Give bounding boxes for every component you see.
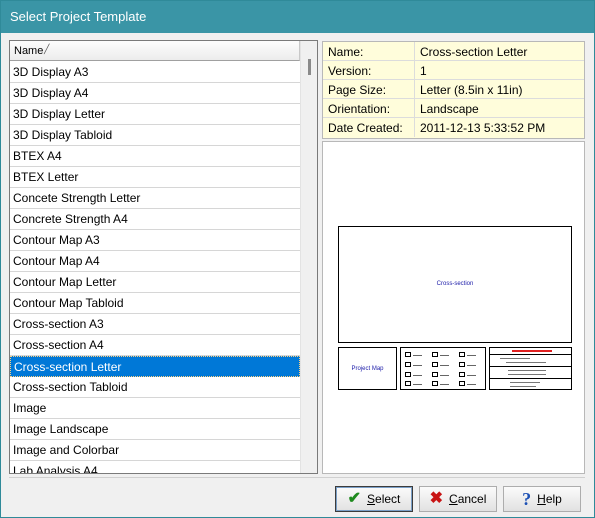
template-preview: Cross-section Project Map [322,141,585,474]
title-block-text-line [508,374,546,375]
preview-cross-section-panel: Cross-section [338,226,572,343]
legend-text-line [467,384,476,385]
title-block-text-line [508,370,546,371]
template-list-item[interactable]: Concete Strength Letter [10,188,300,209]
select-button[interactable]: ✔ Select [335,486,413,512]
preview-title-block-panel [489,347,572,390]
legend-swatch [432,381,438,386]
sort-ascending-icon: ╱ [44,44,50,54]
template-list-item[interactable]: 3D Display Letter [10,104,300,125]
info-value: Letter (8.5in x 11in) [420,83,523,97]
help-button-label: Help [537,492,562,506]
legend-swatch [459,372,465,377]
title-block-text-line [510,382,540,383]
title-block-heading [512,350,552,352]
template-list-item[interactable]: Cross-section A3 [10,314,300,335]
template-list-item[interactable]: Contour Map A4 [10,251,300,272]
info-row: Orientation: Landscape [323,99,584,118]
legend-text-line [440,384,449,385]
template-rows: 3D Display A3 3D Display A4 3D Display Let… [10,62,300,473]
legend-swatch [405,362,411,367]
title-block-text-line [510,386,536,387]
template-list-item[interactable]: BTEX Letter [10,167,300,188]
preview-project-map-panel: Project Map [338,347,397,390]
template-list-item[interactable]: Cross-section Letter [10,356,300,377]
template-list-item[interactable]: Cross-section Tabloid [10,377,300,398]
preview-map-caption: Project Map [351,366,384,372]
legend-swatch [459,352,465,357]
legend-text-line [440,365,449,366]
template-list-item[interactable]: Contour Map Letter [10,272,300,293]
legend-text-line [467,365,476,366]
title-block-text-line [500,358,530,359]
info-key: Name: [323,42,415,60]
info-value: 1 [420,64,427,78]
check-icon: ✔ [347,490,362,507]
info-key: Orientation: [323,99,415,117]
legend-swatch [432,352,438,357]
dialog-button-bar: ✔ Select ✖ Cancel ? Help [9,477,585,513]
legend-swatch [459,381,465,386]
template-list-item[interactable]: 3D Display A4 [10,83,300,104]
template-list-item[interactable]: Image Landscape [10,419,300,440]
legend-swatch [405,372,411,377]
info-value: Cross-section Letter [420,45,528,59]
template-list-item[interactable]: Contour Map A3 [10,230,300,251]
title-block-divider [490,366,571,367]
info-row: Date Created: 2011-12-13 5:33:52 PM [323,118,584,137]
template-list-item[interactable]: Contour Map Tabloid [10,293,300,314]
legend-text-line [467,375,476,376]
template-list-item[interactable]: Image and Colorbar [10,440,300,461]
select-button-label: Select [367,492,401,506]
legend-text-line [440,375,449,376]
window-title: Select Project Template [10,9,147,24]
legend-text-line [413,355,422,356]
info-value: 2011-12-13 5:33:52 PM [420,121,546,135]
vertical-scrollbar[interactable] [300,41,317,473]
legend-swatch [405,381,411,386]
info-row: Page Size: Letter (8.5in x 11in) [323,80,584,99]
title-block-divider [490,378,571,379]
info-key: Version: [323,61,415,79]
legend-swatch [432,362,438,367]
legend-text-line [413,384,422,385]
info-key: Page Size: [323,80,415,98]
info-row: Name: Cross-section Letter [323,42,584,61]
legend-swatch [432,372,438,377]
cancel-button[interactable]: ✖ Cancel [419,486,497,512]
template-list-item[interactable]: 3D Display Tabloid [10,125,300,146]
column-header-label: Name [14,45,44,57]
template-list-item[interactable]: Cross-section A4 [10,335,300,356]
title-block-text-line [506,362,546,363]
column-header-name[interactable]: Name ╱ [10,41,300,61]
legend-text-line [467,355,476,356]
template-list-item[interactable]: Concrete Strength A4 [10,209,300,230]
title-bar[interactable]: Select Project Template [1,1,594,33]
template-info-table: Name: Cross-section Letter Version: 1 Page S… [322,41,585,139]
legend-swatch [459,362,465,367]
info-key: Date Created: [323,118,415,137]
scrollbar-thumb[interactable] [308,59,311,75]
legend-text-line [413,365,422,366]
template-list[interactable]: Name ╱ 3D Display A3 3D Display A4 3D Disp… [9,40,318,474]
info-value: Landscape [420,102,479,116]
template-list-item[interactable]: Lab Analysis A4 [10,461,300,473]
preview-main-caption: Cross-section [436,281,474,287]
template-list-item[interactable]: BTEX A4 [10,146,300,167]
legend-text-line [440,355,449,356]
template-list-item[interactable]: Image [10,398,300,419]
title-block-divider [490,354,571,355]
info-row: Version: 1 [323,61,584,80]
preview-legend-panel [400,347,486,390]
help-button[interactable]: ? Help [503,486,581,512]
legend-text-line [413,375,422,376]
cross-icon: ✖ [429,490,444,507]
legend-swatch [405,352,411,357]
cancel-button-label: Cancel [449,492,487,506]
select-project-template-dialog: Select Project Template Name ╱ 3D Displa… [0,0,595,518]
template-list-item[interactable]: 3D Display A3 [10,62,300,83]
question-icon: ? [522,489,532,509]
